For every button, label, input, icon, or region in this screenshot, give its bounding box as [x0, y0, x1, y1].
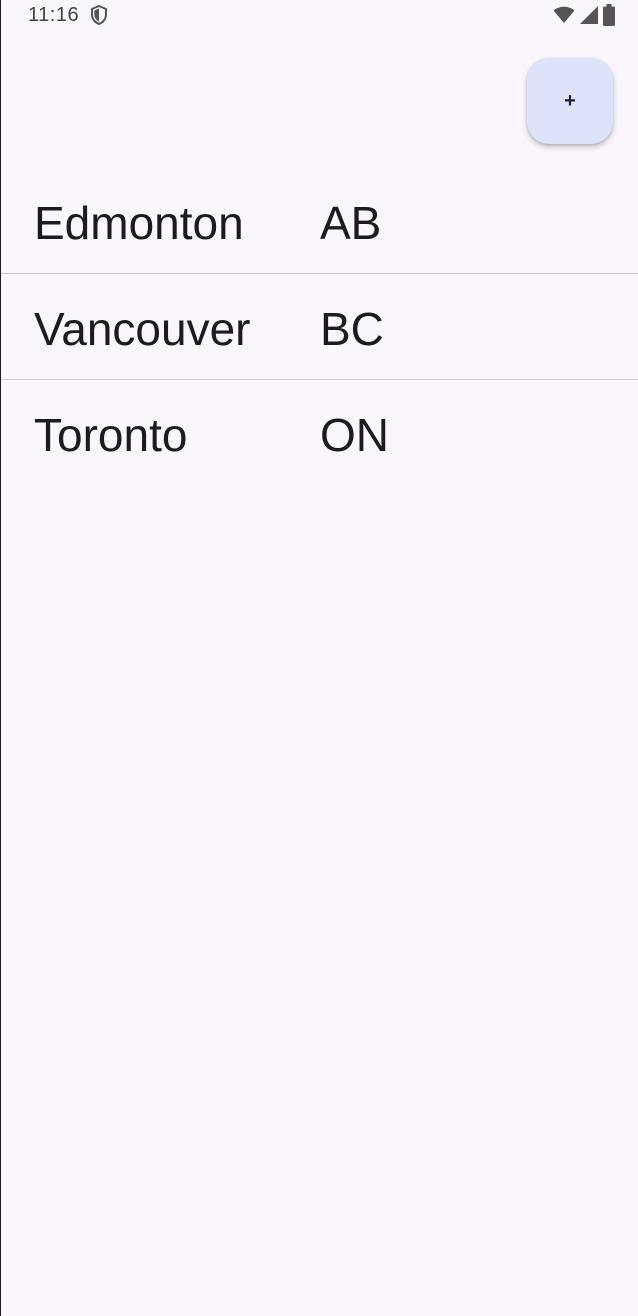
shield-icon: [90, 4, 108, 26]
battery-icon: [603, 4, 615, 31]
add-city-button[interactable]: +: [527, 58, 613, 144]
list-item[interactable]: Vancouver BC: [1, 274, 638, 380]
list-item[interactable]: Edmonton AB: [1, 168, 638, 274]
status-icons: [553, 4, 615, 31]
list-item[interactable]: Toronto ON: [1, 380, 638, 486]
city-list: Edmonton AB Vancouver BC Toronto ON: [1, 168, 638, 486]
province-code: ON: [320, 409, 389, 461]
city-name: Edmonton: [34, 197, 244, 249]
wifi-icon: [553, 6, 575, 29]
province-code: AB: [320, 197, 382, 249]
signal-icon: [579, 5, 599, 30]
city-name: Vancouver: [34, 303, 251, 355]
status-bar: 11:16: [1, 0, 638, 30]
status-time: 11:16: [28, 4, 80, 26]
plus-icon: +: [564, 90, 576, 112]
city-name: Toronto: [34, 409, 188, 461]
province-code: BC: [320, 303, 384, 355]
